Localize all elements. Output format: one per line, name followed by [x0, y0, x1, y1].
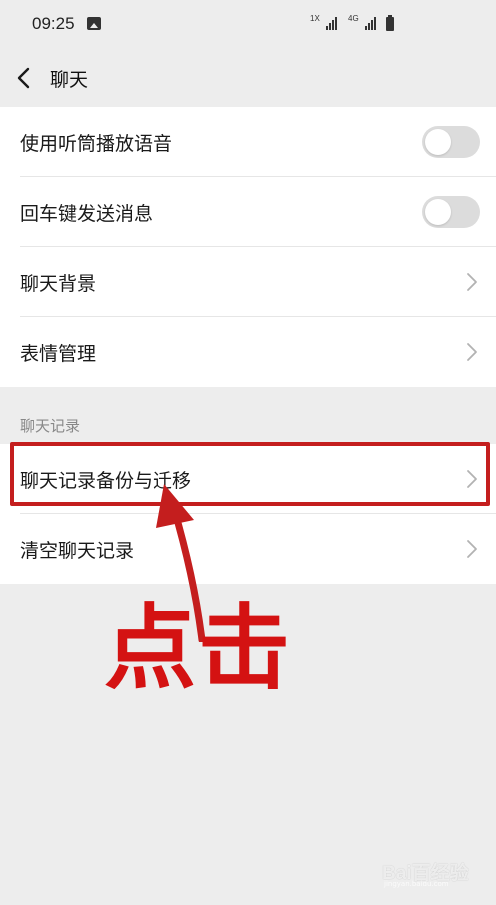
setting-row-earpiece[interactable]: 使用听筒播放语音	[0, 107, 496, 177]
sim2-label: 4G	[348, 14, 359, 23]
gallery-icon	[87, 17, 101, 30]
setting-label: 聊天背景	[20, 273, 97, 295]
annotation-tap-label: 点击	[104, 595, 293, 702]
watermark: Bai百经验 jingyan.baidu.com	[378, 850, 488, 890]
battery-icon	[386, 15, 394, 31]
setting-label: 表情管理	[20, 343, 97, 365]
annotation-highlight-box	[10, 442, 490, 506]
enter-send-toggle[interactable]	[422, 196, 480, 228]
setting-row-enter-send[interactable]: 回车键发送消息	[0, 177, 496, 247]
setting-row-clear-history[interactable]: 清空聊天记录	[0, 514, 496, 584]
nav-bar: 聊天	[0, 50, 496, 106]
signal-icon	[365, 16, 376, 30]
settings-group: 使用听筒播放语音 回车键发送消息 聊天背景 表情管理	[0, 107, 496, 387]
section-header: 聊天记录	[20, 417, 81, 435]
toggle-knob	[425, 199, 451, 225]
sim1-signal: 1X	[310, 14, 340, 32]
sim1-label: 1X	[310, 14, 320, 23]
signal-icon	[326, 16, 337, 30]
earpiece-toggle[interactable]	[422, 126, 480, 158]
watermark-url: jingyan.baidu.com	[384, 880, 449, 888]
chevron-left-icon[interactable]	[14, 66, 36, 90]
toggle-knob	[425, 129, 451, 155]
setting-label: 清空聊天记录	[20, 540, 135, 562]
status-time: 09:25	[32, 14, 75, 33]
page-title: 聊天	[50, 69, 89, 91]
sim2-signal: 4G	[348, 14, 380, 32]
chevron-right-icon	[466, 272, 478, 292]
setting-row-chat-background[interactable]: 聊天背景	[0, 247, 496, 317]
setting-label: 回车键发送消息	[20, 203, 154, 225]
setting-label: 使用听筒播放语音	[20, 133, 173, 155]
status-bar: 09:25 1X 4G	[0, 0, 496, 50]
chevron-right-icon	[466, 342, 478, 362]
setting-row-sticker-manage[interactable]: 表情管理	[0, 317, 496, 387]
chevron-right-icon	[466, 539, 478, 559]
